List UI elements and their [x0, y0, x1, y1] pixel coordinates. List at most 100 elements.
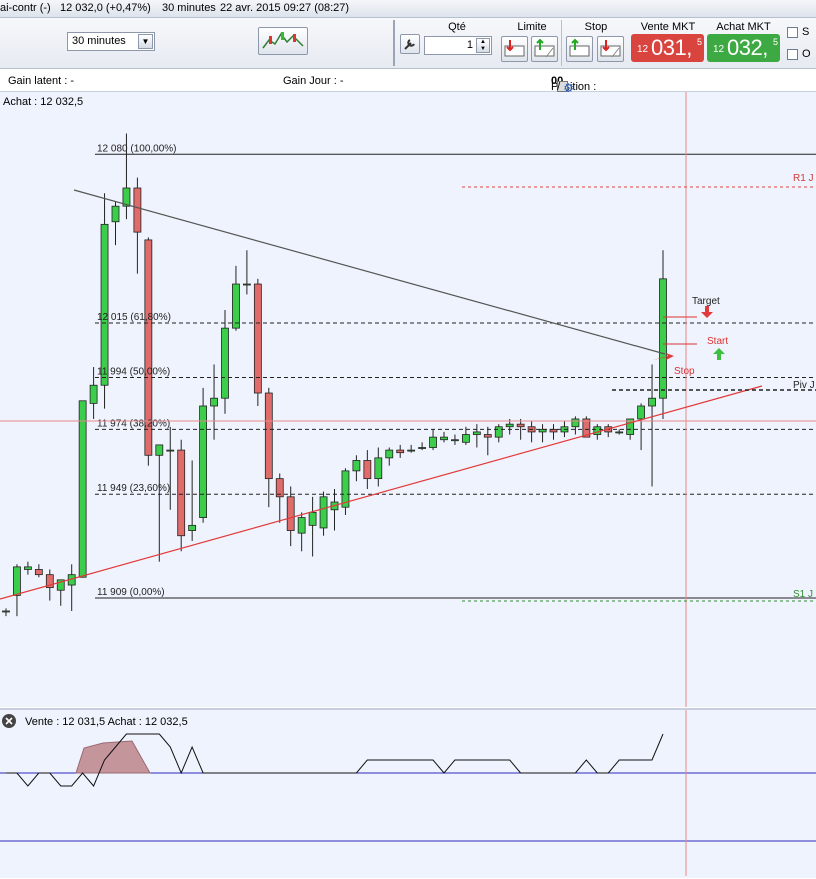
start-arrow-icon	[713, 348, 725, 360]
settings-button[interactable]	[400, 34, 420, 54]
candle-up	[308, 511, 317, 526]
timeframe-value: 30 minutes	[72, 35, 126, 47]
candle-up	[494, 426, 503, 438]
sell-price-sup: 5	[697, 37, 703, 47]
fib-level-label: 12 015 (61,80%)	[97, 312, 171, 323]
candle-up	[199, 405, 208, 518]
candle-up	[297, 517, 306, 534]
limit-sell-icon	[504, 40, 525, 57]
checkbox-s[interactable]	[787, 27, 798, 38]
indicator-svg[interactable]: Vente : 12 031,5 Achat : 12 032,5	[0, 710, 816, 876]
candle-up	[111, 205, 120, 223]
candle-down	[516, 423, 525, 428]
limit-buy-button[interactable]	[531, 36, 558, 62]
candle-down	[133, 187, 142, 233]
candle-up	[461, 434, 470, 443]
candle-down	[396, 449, 405, 454]
trading-toolbar: 30 minutes ▼ Qté 1 ▲ ▼ Limite Stop Vente …	[0, 18, 816, 69]
candle-up	[155, 444, 164, 456]
s1-label: S1 J	[793, 589, 813, 600]
stop-sell-button[interactable]	[597, 36, 624, 62]
candle-up	[352, 460, 361, 472]
resistance-trendline	[73, 189, 666, 355]
indicator-overbought-area	[75, 740, 151, 774]
candle-up	[571, 418, 580, 428]
candle-up	[407, 449, 416, 452]
candle-up	[418, 447, 427, 449]
r1-label: R1 J	[793, 173, 814, 184]
candle-up	[166, 449, 175, 452]
candle-down	[483, 434, 492, 438]
candle-down	[34, 569, 43, 576]
candle-up	[505, 423, 514, 428]
wrench-icon	[404, 39, 415, 50]
buy-market-button[interactable]: 12 032, 5	[707, 34, 780, 62]
sell-price-main: 031,	[651, 35, 692, 60]
sell-header: Vente MKT	[640, 21, 696, 33]
checkbox-o-label: O	[802, 48, 811, 60]
price-chart-svg[interactable]: 12 080 (100,00%) 12 015 (61,80%) 11 994 (5…	[0, 92, 816, 707]
candle-up	[659, 278, 667, 399]
candle-down	[264, 392, 273, 480]
qty-stepper[interactable]: 1 ▲ ▼	[424, 36, 492, 55]
candle-up	[615, 431, 624, 434]
candle-up	[23, 566, 32, 570]
candle-down	[253, 283, 262, 394]
last-quote: 12 032,0 (+0,47%)	[60, 2, 151, 14]
target-label: Target	[692, 296, 720, 307]
timeframe-select[interactable]: 30 minutes ▼	[67, 32, 155, 51]
start-label: Start	[707, 336, 728, 347]
fib-level-label: 11 949 (23,60%)	[97, 483, 170, 494]
qty-value: 1	[466, 39, 473, 51]
candle-up	[637, 405, 645, 420]
candle-down	[177, 449, 186, 537]
candle-up	[78, 400, 87, 578]
datetime-label: 22 avr. 2015 09:27 (08:27)	[220, 2, 350, 14]
drawing-tools-button[interactable]	[258, 27, 308, 55]
candle-up	[472, 431, 481, 435]
price-chart[interactable]: 12 080 (100,00%) 12 015 (61,80%) 11 994 (5…	[0, 92, 816, 707]
toolbar-separator	[393, 20, 395, 66]
candle-up	[451, 439, 459, 442]
candle-up	[188, 524, 197, 531]
candle-up	[210, 397, 218, 407]
checkbox-s-label: S	[802, 26, 810, 38]
toolbar-separator	[561, 20, 562, 66]
info-bar: Gain latent : - Gain Jour : - Position :…	[0, 69, 816, 95]
sell-market-button[interactable]: 12 031, 5	[631, 34, 704, 62]
candle-up	[319, 496, 328, 529]
stop-label: Stop	[674, 366, 695, 377]
stop-buy-button[interactable]	[566, 36, 593, 62]
checkbox-o[interactable]	[787, 49, 798, 60]
limit-header: Limite	[517, 21, 547, 33]
candle-up	[100, 223, 109, 386]
candle-down	[286, 496, 295, 531]
candle-up	[2, 610, 10, 613]
candle-up	[648, 397, 656, 407]
title-bar: ai-contr (-) 12 032,0 (+0,47%) 30 minute…	[0, 0, 816, 18]
candle-up	[385, 449, 394, 459]
stepper-arrows-icon[interactable]: ▲ ▼	[476, 38, 490, 53]
chevron-down-icon[interactable]: ▼	[138, 34, 153, 49]
indicator-panel[interactable]: Vente : 12 031,5 Achat : 12 032,5	[0, 708, 816, 878]
limit-sell-button[interactable]	[501, 36, 528, 62]
fib-level-label: 11 994 (50,00%)	[97, 366, 170, 377]
fib-level-label: 11 974 (38,20%)	[97, 418, 170, 429]
fib-level-label: 12 080 (100,00%)	[97, 143, 177, 154]
buy-price-sup: 5	[773, 37, 779, 47]
stop-buy-icon	[569, 38, 590, 57]
candle-up	[429, 436, 437, 448]
candle-up	[440, 436, 448, 441]
pivot-label: Piv J	[793, 380, 815, 391]
qty-header: Qté	[448, 21, 466, 33]
candle-down	[363, 460, 372, 480]
achat-label: Achat : 12 032,5	[3, 96, 83, 108]
limit-buy-icon	[534, 38, 555, 58]
candle-up	[89, 384, 98, 404]
gain-latent: Gain latent : -	[8, 75, 75, 87]
chart-tools-icon	[262, 32, 304, 49]
candle-up	[593, 426, 602, 435]
candle-up	[13, 566, 21, 596]
target-arrow-icon	[701, 306, 713, 318]
buy-header: Achat MKT	[716, 21, 771, 33]
